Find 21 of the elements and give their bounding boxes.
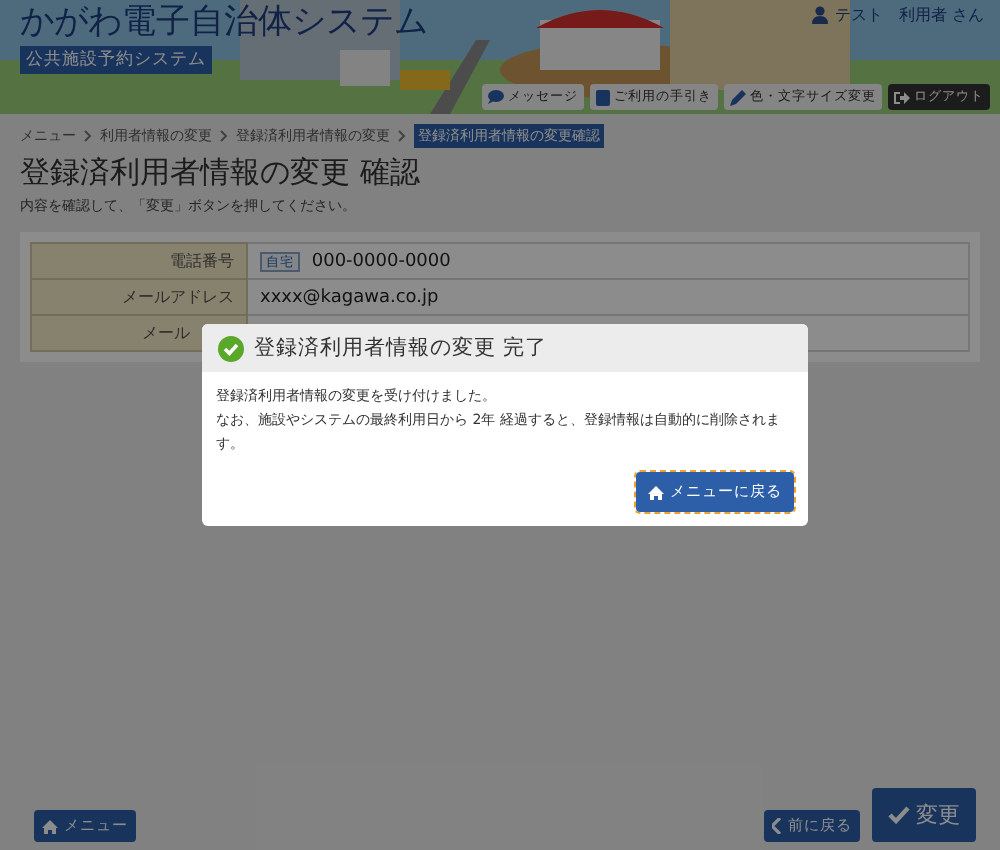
site-title: かがわ電子自治体システム [20,2,428,42]
chevron-right-icon [220,130,228,142]
system-name-badge: 公共施設予約システム [20,46,212,74]
field-value: xxxx@kagawa.co.jp [260,287,439,307]
chevron-right-icon [84,130,92,142]
dialog-title: 登録済利用者情報の変更 完了 [254,334,547,362]
field-label: メールアドレス [31,279,247,315]
home-icon [42,819,58,833]
checkmark-icon [888,806,910,824]
logout-icon [894,89,910,105]
chevron-right-icon [398,130,406,142]
field-value: 000-0000-0000 [311,251,451,271]
submit-button[interactable]: 変更 [872,788,976,842]
speech-bubble-icon [488,90,504,104]
home-icon [648,485,664,499]
check-circle-icon [218,335,244,361]
user-name: テスト 利用者 さん [834,3,984,25]
chevron-left-icon [772,818,782,834]
field-label: 電話番号 [31,243,247,279]
user-icon [812,5,829,23]
page-title: 登録済利用者情報の変更 確認 [20,154,422,192]
